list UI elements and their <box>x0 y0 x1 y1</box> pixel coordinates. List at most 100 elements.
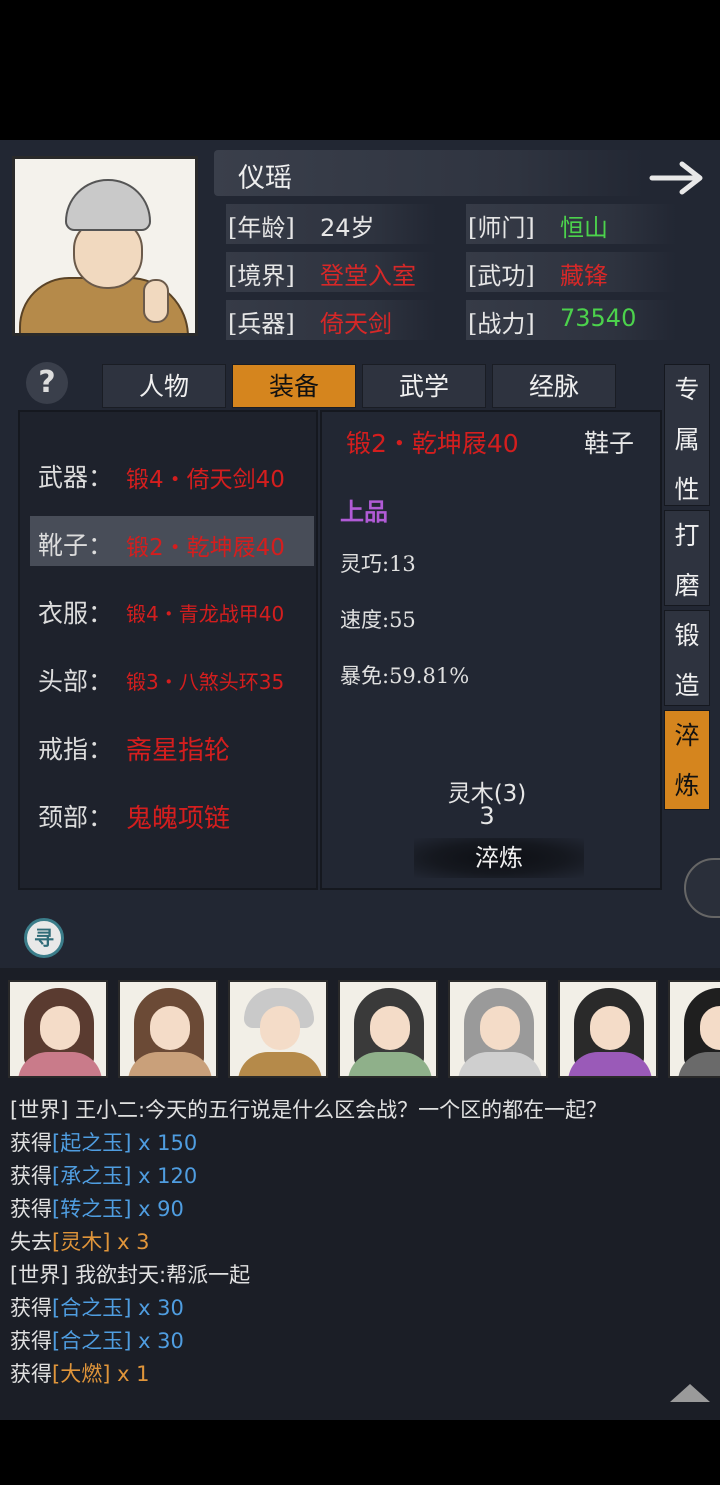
side-tab-char: 淬 <box>674 721 700 750</box>
avatar[interactable] <box>448 980 548 1078</box>
weapon-value: 倚天剑 <box>320 310 392 338</box>
chat-action: 获得 <box>10 1164 52 1188</box>
chat-item[interactable]: [合之玉] <box>52 1296 131 1320</box>
realm-label: [境界] <box>228 262 295 290</box>
chat-item[interactable]: [合之玉] <box>52 1329 131 1353</box>
chat-line: 获得[起之玉] x 150 <box>10 1127 197 1157</box>
avatar[interactable] <box>8 980 108 1078</box>
weapon-label: [兵器] <box>228 310 295 338</box>
item-grade: 上品 <box>340 497 388 526</box>
avatar[interactable] <box>558 980 658 1078</box>
item-stat: 灵巧:13 <box>340 552 416 576</box>
side-tab-temper[interactable]: 淬 炼 <box>664 710 710 810</box>
temper-button[interactable]: 淬炼 <box>414 838 584 878</box>
slot-label: 戒指： <box>38 735 114 764</box>
side-tab-char: 造 <box>674 671 700 700</box>
chat-item[interactable]: [灵木] <box>52 1230 110 1254</box>
chat-channel: [世界] <box>10 1098 76 1122</box>
chat-qty: x 1 <box>110 1362 150 1386</box>
chat-action: 获得 <box>10 1197 52 1221</box>
portrait-hat <box>65 179 151 231</box>
party-avatars <box>8 980 720 1080</box>
side-tab-char: 打 <box>674 521 700 550</box>
character-portrait[interactable] <box>12 156 198 336</box>
chat-line: 获得[大燃] x 1 <box>10 1358 150 1388</box>
equipment-list: 武器： 锻4・倚天剑40 靴子： 锻2・乾坤屐40 衣服： 锻4・青龙战甲40 … <box>18 410 318 890</box>
martial-label: [武功] <box>468 262 535 290</box>
side-tab-char: 属 <box>674 425 700 454</box>
chat-action: 失去 <box>10 1230 52 1254</box>
chat-qty: x 30 <box>131 1296 184 1320</box>
chat-action: 获得 <box>10 1131 52 1155</box>
chat-item[interactable]: [大燃] <box>52 1362 110 1386</box>
chat-line: [世界] 王小二:今天的五行说是什么区会战？一个区的都在一起？ <box>10 1094 607 1124</box>
chat-line: 获得[承之玉] x 120 <box>10 1160 197 1190</box>
avatar[interactable] <box>338 980 438 1078</box>
help-button[interactable]: ? <box>26 362 68 404</box>
equip-slot-armor[interactable]: 衣服： 锻4・青龙战甲40 <box>30 584 314 634</box>
tab-meridians[interactable]: 经脉 <box>492 364 616 408</box>
chat-expand-up-icon[interactable] <box>668 1380 712 1404</box>
chat-channel: [世界] <box>10 1263 76 1287</box>
chat-line: 失去[灵木] x 3 <box>10 1226 150 1256</box>
slot-label: 靴子： <box>38 531 114 560</box>
tab-character[interactable]: 人物 <box>102 364 226 408</box>
age-label: [年龄] <box>228 214 295 242</box>
chat-line: 获得[合之玉] x 30 <box>10 1292 184 1322</box>
equip-slot-weapon[interactable]: 武器： 锻4・倚天剑40 <box>30 448 314 498</box>
side-tab-polish[interactable]: 打 磨 <box>664 510 710 606</box>
tab-martial-arts[interactable]: 武学 <box>362 364 486 408</box>
chat-qty: x 120 <box>131 1164 198 1188</box>
side-tab-exclusive-attr[interactable]: 专 属 性 <box>664 364 710 506</box>
search-icon[interactable]: 寻 <box>24 918 64 958</box>
chat-line: 获得[合之玉] x 30 <box>10 1325 184 1355</box>
chat-qty: x 90 <box>131 1197 184 1221</box>
side-tab-char: 磨 <box>674 571 700 600</box>
chat-qty: x 3 <box>110 1230 150 1254</box>
side-tab-char: 炼 <box>674 771 700 800</box>
chat-item[interactable]: [承之玉] <box>52 1164 131 1188</box>
tab-equipment[interactable]: 装备 <box>232 364 356 408</box>
item-title: 锻2・乾坤屐40 <box>346 429 519 458</box>
chat-text: 我欲封天:帮派一起 <box>75 1263 251 1287</box>
temper-material-count: 3 <box>479 802 495 830</box>
chat-line: 获得[转之玉] x 90 <box>10 1193 184 1223</box>
equip-slot-ring[interactable]: 戒指： 斋星指轮 <box>30 720 314 770</box>
side-tab-char: 专 <box>674 375 700 404</box>
next-character-arrow-icon[interactable] <box>648 158 710 198</box>
slot-label: 颈部： <box>38 803 114 832</box>
chat-action: 获得 <box>10 1329 52 1353</box>
slot-label: 武器： <box>38 463 114 492</box>
side-tab-char: 性 <box>674 475 700 504</box>
slot-item: 斋星指轮 <box>126 736 231 766</box>
power-value: 73540 <box>560 304 637 332</box>
avatar[interactable] <box>118 980 218 1078</box>
equip-slot-neck[interactable]: 颈部： 鬼魄项链 <box>30 788 314 838</box>
chat-item[interactable]: [起之玉] <box>52 1131 131 1155</box>
slot-item: 锻4・倚天剑40 <box>126 467 285 493</box>
item-stat: 速度:55 <box>340 608 416 632</box>
side-tab-forge[interactable]: 锻 造 <box>664 610 710 706</box>
side-tab-char: 锻 <box>674 621 700 650</box>
character-name: 仪瑶 <box>238 163 292 194</box>
slot-item: 锻2・乾坤屐40 <box>126 535 285 561</box>
avatar[interactable] <box>668 980 720 1078</box>
age-value: 24岁 <box>320 214 375 242</box>
portrait-hands <box>143 279 169 323</box>
chat-item[interactable]: [转之玉] <box>52 1197 131 1221</box>
slot-item: 鬼魄项链 <box>126 804 231 834</box>
power-label: [战力] <box>468 310 535 338</box>
equip-slot-boots[interactable]: 靴子： 锻2・乾坤屐40 <box>30 516 314 566</box>
chat-action: 获得 <box>10 1362 52 1386</box>
realm-value: 登堂入室 <box>320 262 416 290</box>
school-value: 恒山 <box>560 214 608 242</box>
equip-slot-head[interactable]: 头部： 锻3・八煞头环35 <box>30 652 314 702</box>
chat-line: [世界] 我欲封天:帮派一起 <box>10 1259 250 1289</box>
chat-qty: x 30 <box>131 1329 184 1353</box>
chat-qty: x 150 <box>131 1131 198 1155</box>
martial-value: 藏锋 <box>560 262 608 290</box>
item-stat: 暴免:59.81% <box>340 664 470 688</box>
avatar[interactable] <box>228 980 328 1078</box>
slot-item: 锻3・八煞头环35 <box>126 670 285 694</box>
school-label: [师门] <box>468 214 535 242</box>
